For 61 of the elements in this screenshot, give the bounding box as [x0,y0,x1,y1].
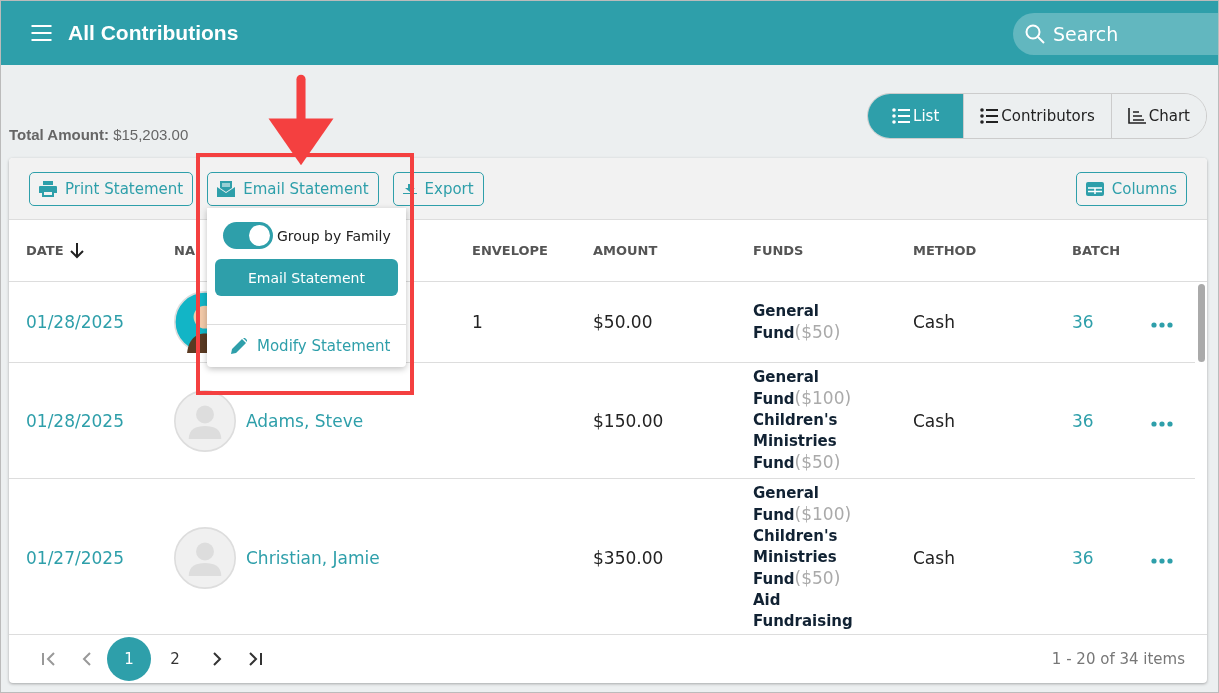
fund-entry: Aid Fundraising [753,590,854,632]
page-button[interactable]: 1 [107,637,151,681]
date-link[interactable]: 01/28/2025 [26,312,174,332]
batch-link[interactable]: 36 [1072,312,1094,332]
amount-text: $150.00 [593,410,664,431]
date-link[interactable]: 01/28/2025 [26,410,174,431]
first-page-icon[interactable] [41,651,57,667]
last-page-icon[interactable] [247,651,263,667]
method-text: Cash [913,312,955,332]
columns-button[interactable]: Columns [1075,171,1187,206]
fund-entry: General Fund($100) [753,483,853,526]
toggle-label: Group by Family [277,227,391,244]
column-header[interactable]: ENVELOPE [472,243,593,258]
fund-entry: Children's Ministries Fund($50) [753,526,842,590]
email-statement-button[interactable]: Email Statement [215,259,398,296]
arrow-down-icon [69,242,84,259]
download-icon [402,183,417,194]
envelope-number: 1 [472,312,483,332]
method-text: Cash [913,410,955,431]
view-tab[interactable]: Chart [1110,94,1206,138]
search-field[interactable]: Search [1013,13,1218,55]
contributor-link[interactable]: Christian, Jamie [246,547,380,568]
pencil-icon [231,338,247,354]
column-header[interactable]: METHOD [913,243,1072,258]
amount-text: $350.00 [593,547,664,568]
scrollbar[interactable] [1198,284,1205,362]
modify-statement-link[interactable]: Modify Statement [207,325,406,367]
toggle-switch[interactable] [223,222,273,249]
date-link[interactable]: 01/27/2025 [26,547,174,568]
view-tab[interactable]: List [868,94,964,138]
more-icon[interactable] [1151,557,1173,564]
method-text: Cash [913,547,955,568]
fund-entry: General Fund($100) [753,367,853,410]
page-title: All Contributions [68,21,240,45]
more-icon[interactable] [1151,420,1173,427]
page-button[interactable]: 2 [153,637,197,681]
more-icon[interactable] [1151,322,1173,328]
avatar-icon [174,389,236,452]
avatar-icon [174,526,236,589]
table-icon [1085,181,1104,196]
printer-icon [39,180,57,197]
total-amount: Total Amount: $15,203.00 [9,125,189,143]
envelope-icon [217,180,236,197]
chart-icon [1127,108,1146,124]
amount-text: $50.00 [593,312,653,332]
contributor-link[interactable]: Adams, Steve [246,410,364,431]
list-icon [980,108,999,124]
column-header[interactable]: AMOUNT [593,243,753,258]
pagination-summary: 1 - 20 of 34 items [1051,650,1185,668]
column-header[interactable]: FUNDS [753,243,913,258]
list-icon [892,108,911,124]
toolbar-button[interactable]: Export [392,171,484,206]
toolbar-button[interactable]: Email Statement [207,171,379,206]
fund-entry: Children's Ministries Fund($50) [753,410,842,474]
column-header[interactable]: DATE [26,242,174,259]
fund-entry: General Fund($50) [753,300,842,344]
toolbar-button[interactable]: Print Statement [29,171,194,206]
column-header[interactable]: BATCH [1072,243,1151,258]
batch-link[interactable]: 36 [1072,547,1094,568]
batch-link[interactable]: 36 [1072,410,1094,431]
menu-icon[interactable] [31,25,52,41]
